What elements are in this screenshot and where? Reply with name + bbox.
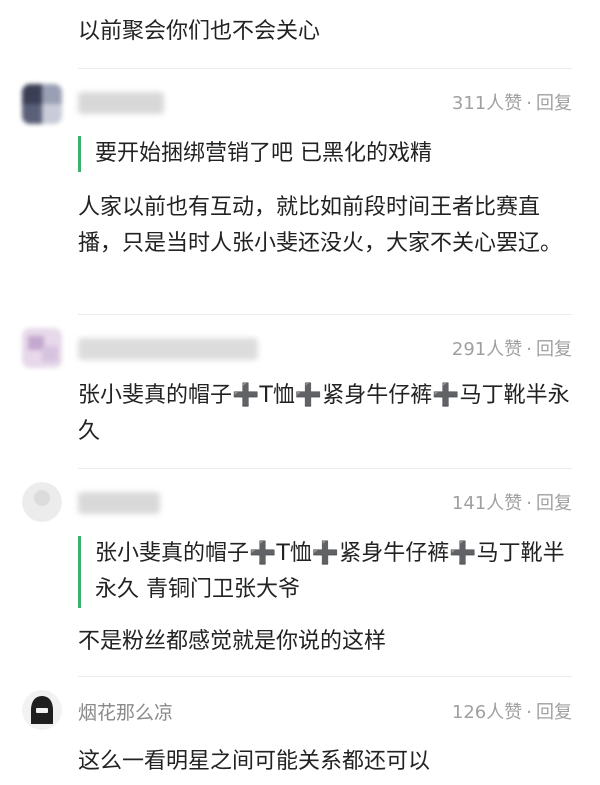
- comment-text: 张小斐真的帽子➕T恤➕紧身牛仔裤➕马丁靴半永久: [78, 383, 570, 444]
- avatar-image-icon: [22, 328, 62, 368]
- avatar-image-icon: [22, 482, 62, 522]
- username-blurred[interactable]: [78, 92, 164, 114]
- username-blurred[interactable]: [78, 338, 258, 360]
- avatar[interactable]: [22, 328, 62, 368]
- previous-comment-fragment: 以前聚会你们也不会关心: [78, 19, 321, 44]
- avatar[interactable]: [22, 84, 62, 124]
- like-count[interactable]: 311人赞: [452, 93, 522, 114]
- avatar[interactable]: [22, 690, 62, 730]
- comment-meta: 141人赞 · 回复: [452, 491, 572, 517]
- comment-divider: [78, 314, 572, 315]
- comment-meta: 291人赞 · 回复: [452, 337, 572, 363]
- reply-button[interactable]: 回复: [536, 493, 572, 514]
- comment-text: 这么一看明星之间可能关系都还可以: [78, 749, 431, 774]
- avatar-image-icon: [22, 690, 62, 730]
- comment-text: 不是粉丝都感觉就是你说的这样: [78, 629, 387, 654]
- reply-button[interactable]: 回复: [536, 339, 572, 360]
- reply-button[interactable]: 回复: [536, 93, 572, 114]
- meta-separator: ·: [526, 93, 532, 114]
- comment-divider: [78, 676, 572, 677]
- avatar[interactable]: [22, 482, 62, 522]
- comment-text: 人家以前也有互动，就比如前段时间王者比赛直播，只是当时人张小斐还没火，大家不关心…: [78, 195, 563, 256]
- username[interactable]: 烟花那么凉: [78, 700, 173, 726]
- comment-divider: [78, 468, 572, 469]
- meta-separator: ·: [526, 339, 532, 360]
- comment-meta: 311人赞 · 回复: [452, 91, 572, 117]
- comment-divider: [78, 68, 572, 69]
- quoted-comment: 要开始捆绑营销了吧 已黑化的戏精: [78, 136, 572, 172]
- meta-separator: ·: [526, 702, 532, 723]
- comment-meta: 126人赞 · 回复: [452, 700, 572, 726]
- like-count[interactable]: 291人赞: [452, 339, 522, 360]
- meta-separator: ·: [526, 493, 532, 514]
- username-blurred[interactable]: [78, 492, 160, 514]
- reply-button[interactable]: 回复: [536, 702, 572, 723]
- like-count[interactable]: 126人赞: [452, 702, 522, 723]
- like-count[interactable]: 141人赞: [452, 493, 522, 514]
- quoted-comment: 张小斐真的帽子➕T恤➕紧身牛仔裤➕马丁靴半永久 青铜门卫张大爷: [78, 536, 572, 608]
- avatar-image-icon: [22, 84, 62, 124]
